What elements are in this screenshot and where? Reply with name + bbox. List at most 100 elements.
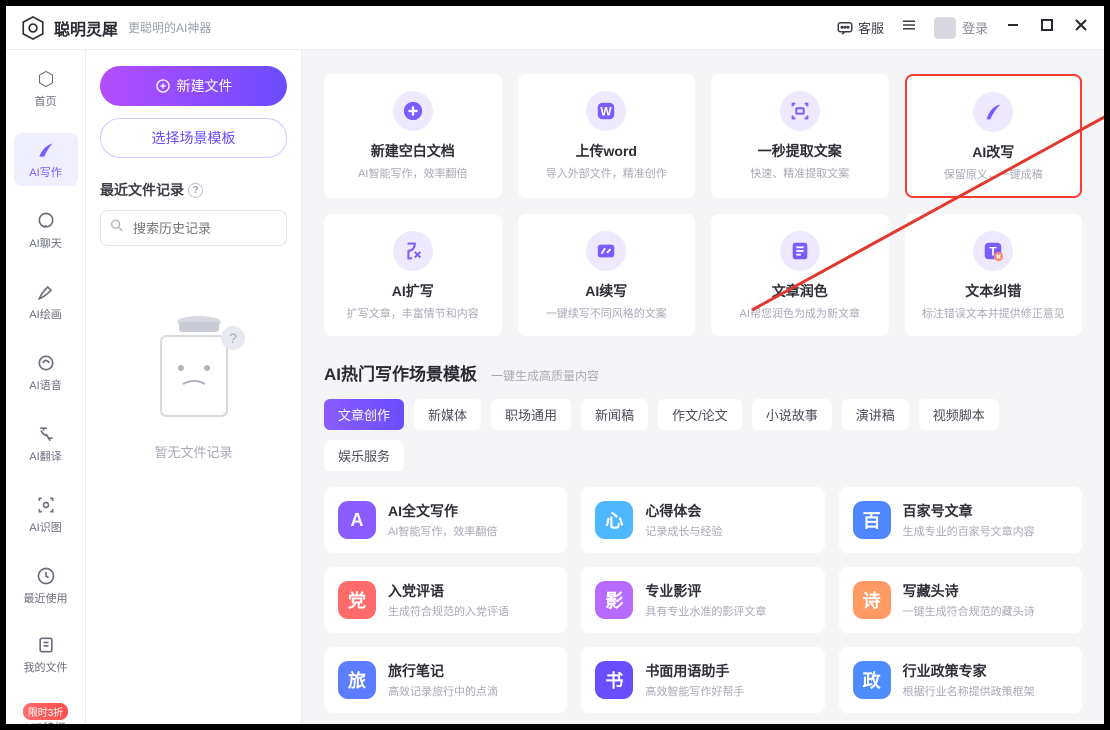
template-card-1[interactable]: 心 心得体会 记录成长与经验 [581,487,824,553]
close-button[interactable] [1072,18,1090,37]
template-icon: 书 [595,661,633,699]
tool-card-sub: AI智能写作，效率翻倍 [358,165,467,181]
tab-0[interactable]: 文章创作 [324,399,404,430]
sidebar-item-vip[interactable]: 限时3折 VIP特权 [14,697,78,730]
tab-5[interactable]: 小说故事 [752,399,832,430]
tab-1[interactable]: 新媒体 [414,399,481,430]
avatar-icon [934,17,956,39]
template-sub: 根据行业名称提供政策框架 [903,683,1035,699]
template-card-2[interactable]: 百 百家号文章 生成专业的百家号文章内容 [839,487,1082,553]
tool-card-sub: 一键续写不同风格的文案 [546,305,667,321]
tab-3[interactable]: 新闻稿 [581,399,648,430]
template-sub: 高效智能写作好帮手 [645,683,744,699]
tool-card-grid: 新建空白文档 AI智能写作，效率翻倍W 上传word 导入外部文件，精准创作 一… [324,74,1082,336]
template-title: 入党评语 [388,581,509,601]
recent-files-heading: 最近文件记录 ? [100,180,287,200]
tool-card-title: 一秒提取文案 [758,141,842,161]
section-heading: AI热门写作场景模板 一键生成高质量内容 [324,360,1082,385]
tool-card-icon [586,231,626,271]
template-card-3[interactable]: 党 入党评语 生成符合规范的入党评语 [324,567,567,633]
tool-card-4[interactable]: AI扩写 扩写文章，丰富情节和内容 [324,214,502,336]
app-title: 聪明灵犀 [54,16,118,40]
template-sub: 具有专业水准的影评文章 [645,603,766,619]
tool-card-7[interactable]: T 文本纠错 标注错误文本并提供修正意见 [905,214,1083,336]
select-template-button[interactable]: 选择场景模板 [100,118,287,158]
tool-card-title: AI续写 [585,281,627,301]
search-input[interactable] [100,210,287,246]
tool-card-icon [393,231,433,271]
sidebar-item-my-files[interactable]: 我的文件 [14,628,78,681]
template-icon: 百 [853,501,891,539]
template-grid: A AI全文写作 AI智能写作，效率翻倍 心 心得体会 记录成长与经验 百 百家… [324,487,1082,713]
template-title: 心得体会 [645,501,722,521]
sidebar-item-home[interactable]: 首页 [14,62,78,115]
tool-card-5[interactable]: AI续写 一键续写不同风格的文案 [518,214,696,336]
template-title: 行业政策专家 [903,661,1035,681]
tool-card-title: AI扩写 [392,281,434,301]
tool-card-1[interactable]: W 上传word 导入外部文件，精准创作 [518,74,696,198]
template-icon: 党 [338,581,376,619]
sidebar-item-recent[interactable]: 最近使用 [14,559,78,612]
search-box [100,210,287,246]
template-sub: 高效记录旅行中的点滴 [388,683,498,699]
help-icon[interactable]: ? [188,183,203,198]
clock-icon [35,565,57,587]
chat-icon [35,210,57,232]
customer-service-button[interactable]: 客服 [836,18,884,37]
template-card-7[interactable]: 书 书面用语助手 高效智能写作好帮手 [581,647,824,713]
new-file-button[interactable]: 新建文件 [100,66,287,106]
sidebar-item-ai-voice[interactable]: AI语音 [14,346,78,399]
login-label: 登录 [962,18,988,37]
tool-card-icon: W [586,91,626,131]
tab-6[interactable]: 演讲稿 [842,399,909,430]
tab-2[interactable]: 职场通用 [491,399,571,430]
sidebar-item-ai-chat[interactable]: AI聊天 [14,204,78,257]
maximize-button[interactable] [1038,18,1056,37]
tool-card-3[interactable]: AI改写 保留原义，一键成稿 [905,74,1083,198]
tool-card-icon: T [973,231,1013,271]
home-icon [35,68,57,90]
tool-card-sub: 扩写文章，丰富情节和内容 [347,305,479,321]
tool-card-sub: 快速、精准提取文案 [750,165,849,181]
section-subtitle: 一键生成高质量内容 [491,367,599,384]
tool-card-6[interactable]: 文章润色 AI帮您润色为成为新文章 [711,214,889,336]
app-slogan: 更聪明的AI神器 [128,19,211,36]
tool-card-2[interactable]: 一秒提取文案 快速、精准提取文案 [711,74,889,198]
chat-icon [836,19,854,37]
main-content: 新建空白文档 AI智能写作，效率翻倍W 上传word 导入外部文件，精准创作 一… [302,50,1104,724]
tool-card-title: 文章润色 [772,281,828,301]
tool-card-icon [393,91,433,131]
tab-8[interactable]: 娱乐服务 [324,440,404,471]
login-button[interactable]: 登录 [934,17,988,39]
template-icon: 政 [853,661,891,699]
empty-illustration-icon: ? [139,310,249,430]
brush-icon [35,281,57,303]
template-card-5[interactable]: 诗 写藏头诗 一键生成符合规范的藏头诗 [839,567,1082,633]
template-card-0[interactable]: A AI全文写作 AI智能写作，效率翻倍 [324,487,567,553]
menu-icon[interactable] [900,16,918,39]
tool-card-0[interactable]: 新建空白文档 AI智能写作，效率翻倍 [324,74,502,198]
file-icon [35,634,57,656]
tool-card-sub: AI帮您润色为成为新文章 [740,305,860,321]
tab-4[interactable]: 作文/论文 [658,399,742,430]
tool-card-title: AI改写 [972,142,1014,162]
template-sub: 生成符合规范的入党评语 [388,603,509,619]
template-title: AI全文写作 [388,501,497,521]
sidebar-item-ai-draw[interactable]: AI绘画 [14,275,78,328]
voice-icon [35,352,57,374]
minimize-button[interactable] [1004,18,1022,37]
empty-state: ? 暂无文件记录 [100,310,287,461]
tool-card-title: 上传word [576,141,637,161]
translate-icon [35,423,57,445]
template-card-6[interactable]: 旅 旅行笔记 高效记录旅行中的点滴 [324,647,567,713]
sidebar-item-ai-translate[interactable]: AI翻译 [14,417,78,470]
sidebar-item-ai-writing[interactable]: AI写作 [14,133,78,186]
sidebar-item-ai-ocr[interactable]: AI识图 [14,488,78,541]
template-sub: 记录成长与经验 [645,523,722,539]
template-card-8[interactable]: 政 行业政策专家 根据行业名称提供政策框架 [839,647,1082,713]
template-sub: 一键生成符合规范的藏头诗 [903,603,1035,619]
template-title: 写藏头诗 [903,581,1035,601]
template-icon: A [338,501,376,539]
tab-7[interactable]: 视频脚本 [919,399,999,430]
template-card-4[interactable]: 影 专业影评 具有专业水准的影评文章 [581,567,824,633]
